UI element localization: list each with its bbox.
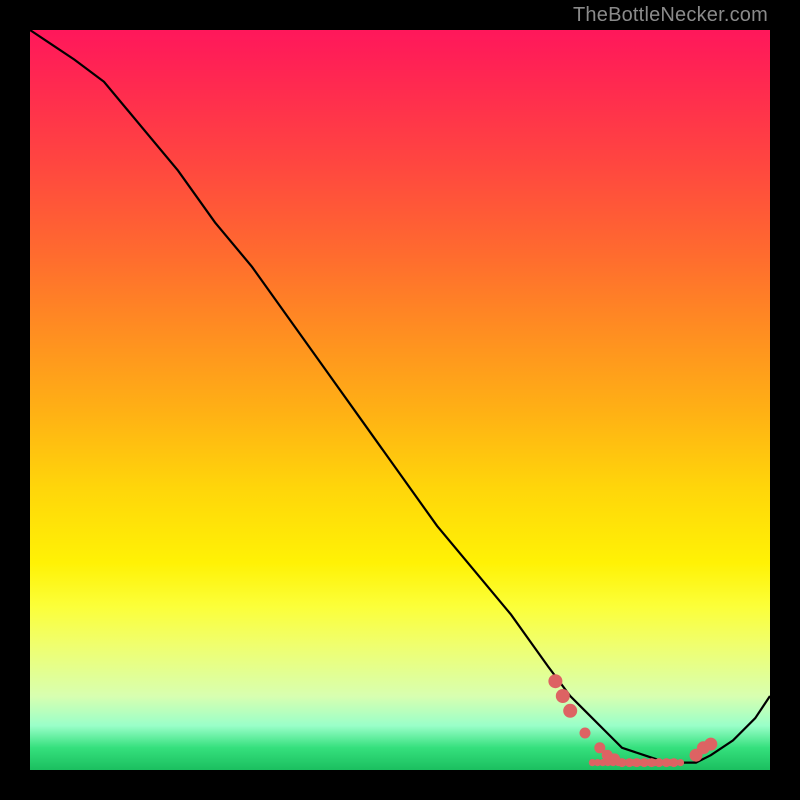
curve-line xyxy=(30,30,770,763)
plot-area xyxy=(30,30,770,770)
markers-group xyxy=(548,674,717,767)
marker-point xyxy=(548,674,562,688)
watermark-text: TheBottleNecker.com xyxy=(573,4,768,27)
marker-point xyxy=(563,704,577,718)
chart-svg xyxy=(30,30,770,770)
marker-point xyxy=(580,728,591,739)
marker-band-dot xyxy=(677,759,684,766)
marker-point xyxy=(556,689,570,703)
chart-frame: TheBottleNecker.com xyxy=(0,0,800,800)
marker-point xyxy=(704,738,717,751)
